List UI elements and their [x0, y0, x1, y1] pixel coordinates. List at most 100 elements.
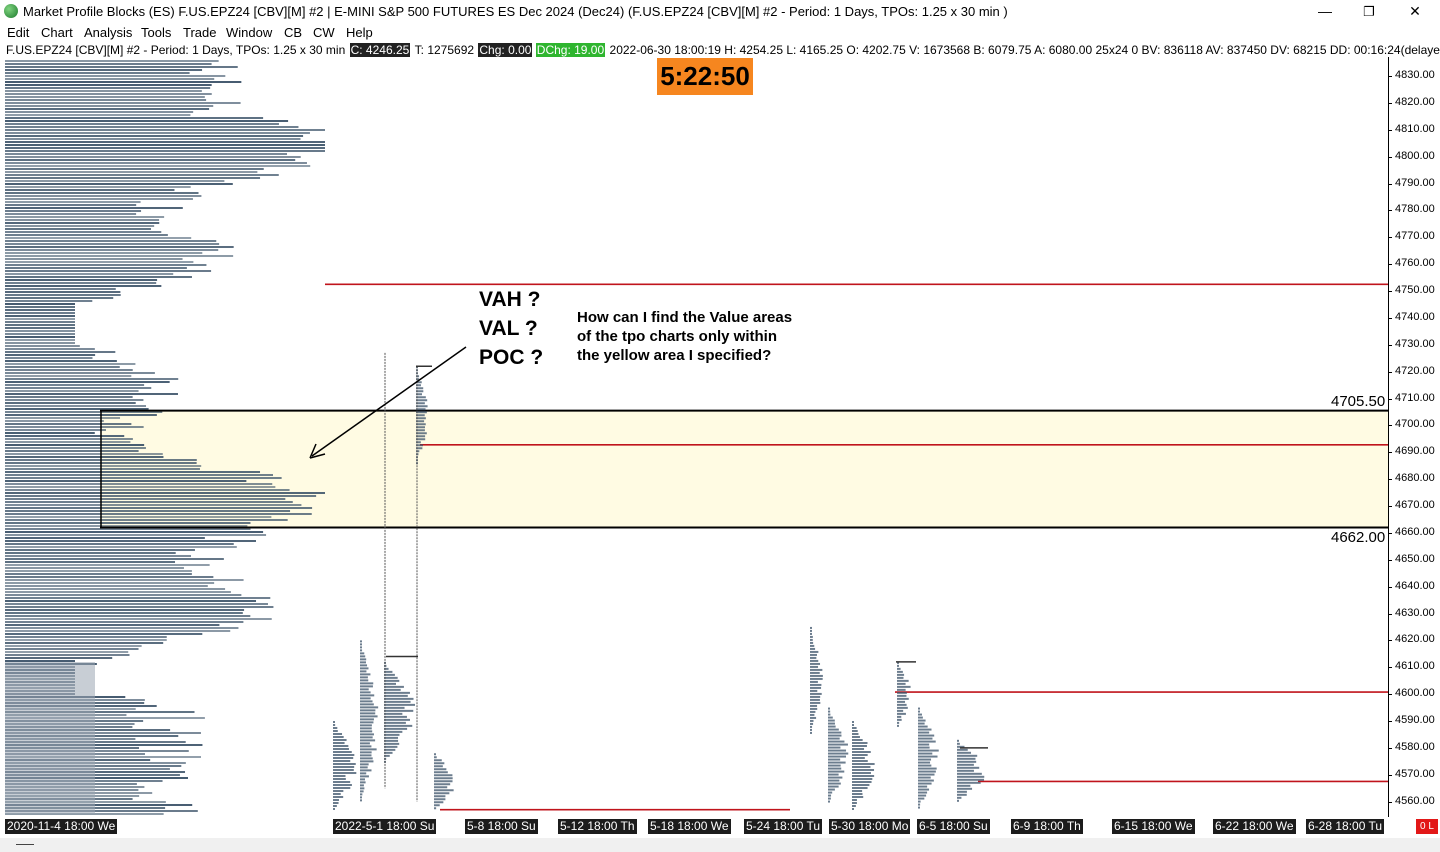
daily-profile-row [852, 757, 865, 759]
profile-row [5, 225, 155, 227]
close-button[interactable]: ✕ [1392, 0, 1438, 23]
daily-profile-row [918, 794, 927, 797]
daily-profile-row [852, 802, 857, 804]
daily-profile-row [360, 670, 367, 673]
chart-plot [5, 60, 1388, 815]
profile-row [5, 243, 220, 245]
daily-profile-row [828, 770, 845, 773]
menu-trade[interactable]: Trade [183, 25, 216, 40]
daily-profile-row [897, 718, 902, 721]
daily-profile-row [384, 676, 398, 679]
daily-profile-row [852, 733, 859, 735]
profile-row [5, 447, 146, 449]
time-tick-label: 5-30 18:00 Mo [829, 819, 911, 834]
daily-profile-row [434, 777, 453, 780]
daily-profile-row [333, 790, 344, 792]
daily-profile-row [828, 788, 835, 791]
daily-profile-row [918, 791, 928, 794]
profile-row [5, 567, 184, 569]
profile-row [5, 174, 279, 176]
price-tick-label: 4600.00 [1395, 687, 1435, 700]
daily-profile-row [416, 405, 428, 408]
profile-row [5, 276, 192, 278]
menu-window[interactable]: Window [226, 25, 272, 40]
daily-profile-row [384, 739, 399, 742]
profile-row [5, 540, 256, 542]
daily-profile-row [810, 674, 823, 677]
price-tick [1388, 694, 1392, 696]
menu-cw[interactable]: CW [313, 25, 335, 40]
profile-row [5, 507, 313, 509]
daily-profile-row [384, 742, 400, 745]
profile-row [5, 612, 243, 614]
profile-row [5, 435, 125, 437]
daily-profile-row [918, 764, 932, 767]
profile-row [5, 99, 207, 101]
price-tick-label: 4780.00 [1395, 203, 1435, 216]
time-tick-label: 5-24 18:00 Tu [744, 819, 823, 834]
profile-row [5, 534, 267, 536]
daily-profile-row [416, 432, 427, 435]
menu-cb[interactable]: CB [284, 25, 302, 40]
daily-profile-row [810, 626, 812, 629]
profile-row [5, 228, 151, 230]
profile-row [5, 657, 113, 659]
time-tick-label: 5-18 18:00 We [648, 819, 731, 834]
daily-profile-row [852, 790, 863, 792]
price-tick-label: 4630.00 [1395, 606, 1435, 619]
profile-row [5, 627, 239, 629]
profile-row [5, 75, 226, 77]
info-symbol: F.US.EPZ24 [CBV][M] #2 - Period: 1 Days,… [6, 43, 346, 57]
price-tick-label: 4670.00 [1395, 499, 1435, 511]
daily-profile-row [810, 647, 816, 650]
profile-row [5, 546, 237, 548]
daily-profile-row [897, 697, 909, 700]
profile-row [5, 597, 271, 599]
daily-profile-row [852, 724, 854, 726]
daily-profile-row [360, 667, 369, 670]
daily-profile-row [828, 710, 831, 713]
profile-row [5, 312, 75, 314]
daily-profile-row [897, 676, 904, 679]
daily-profile-row [434, 771, 448, 774]
daily-profile-row [918, 788, 930, 791]
daily-profile-row [384, 724, 413, 727]
daily-profile-row [897, 664, 899, 667]
price-tick [1388, 586, 1392, 588]
minimize-button[interactable]: — [1302, 0, 1348, 23]
daily-profile-row [918, 770, 936, 773]
menu-chart[interactable]: Chart [41, 25, 73, 40]
price-tick [1388, 398, 1392, 400]
daily-profile-row [810, 641, 814, 644]
menu-help[interactable]: Help [346, 25, 373, 40]
profile-row [5, 444, 145, 446]
menu-edit[interactable]: Edit [7, 25, 29, 40]
menu-tools[interactable]: Tools [141, 25, 171, 40]
daily-profile-row [333, 733, 343, 735]
maximize-button[interactable]: ❐ [1346, 0, 1392, 23]
price-tick [1388, 801, 1392, 803]
profile-row [5, 78, 215, 80]
daily-profile-row [384, 730, 403, 733]
profile-row [5, 264, 207, 266]
daily-profile-row [810, 656, 817, 659]
daily-profile-row [828, 782, 841, 785]
daily-profile-row [957, 790, 967, 793]
price-tick [1388, 425, 1392, 427]
daily-profile-row [957, 739, 959, 742]
daily-profile-row [918, 725, 928, 728]
menu-analysis[interactable]: Analysis [84, 25, 132, 40]
profile-row [5, 318, 75, 320]
daily-profile-row [360, 679, 369, 682]
profile-row [5, 231, 162, 233]
question-note: How can I find the Value areas of the tp… [577, 308, 817, 365]
poc-question: POC ? [479, 346, 544, 369]
chart-panel[interactable]: F.US.EPZ24 [CBV][M] #2 - Period: 1 Days,… [0, 42, 1440, 838]
daily-profile-row [360, 715, 378, 718]
daily-profile-row [360, 775, 369, 778]
daily-profile-row [957, 769, 974, 772]
profile-row [5, 606, 274, 608]
info-trades: T: 1275692 [414, 43, 475, 57]
profile-row [5, 621, 244, 623]
daily-profile-row [360, 754, 372, 757]
